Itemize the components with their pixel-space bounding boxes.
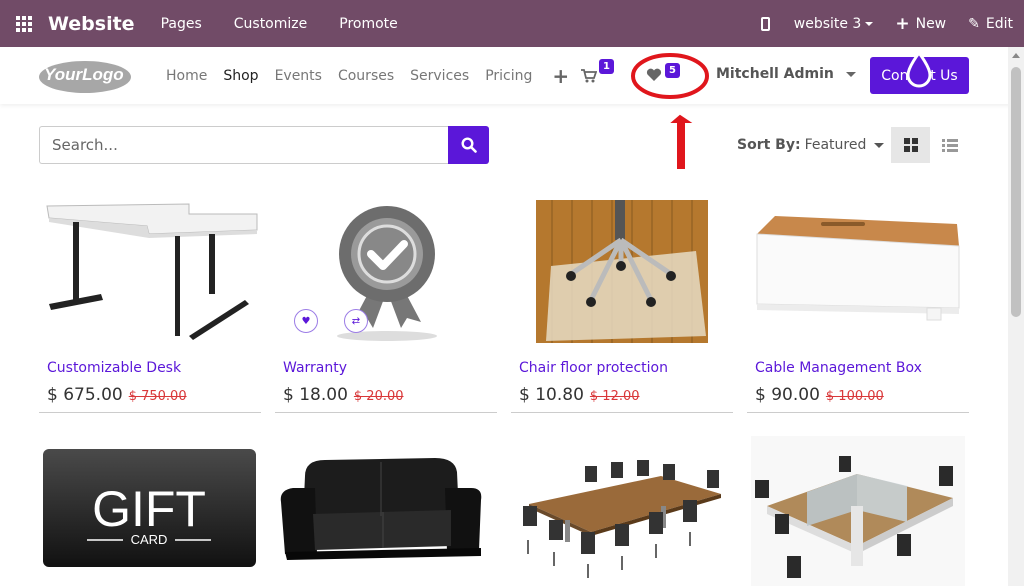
add-menu-item-icon[interactable]: + (552, 64, 569, 88)
product-name[interactable]: Warranty (283, 360, 347, 376)
product-old-price: $ 20.00 (353, 389, 404, 404)
compare-button[interactable]: ⇄ (344, 309, 368, 333)
product-image-gift-card[interactable]: GIFT CARD (39, 436, 261, 586)
nav-events[interactable]: Events (275, 68, 322, 84)
heart-icon (646, 68, 662, 81)
card-divider (275, 412, 497, 413)
mobile-preview-icon[interactable] (760, 16, 770, 31)
chevron-down-icon (874, 142, 885, 148)
product-old-price: $ 100.00 (825, 389, 884, 404)
cart-icon (581, 69, 597, 83)
product-image-desk[interactable] (39, 196, 261, 346)
website-selector[interactable]: website 3 (794, 16, 874, 32)
user-name: Mitchell Admin (716, 66, 834, 82)
sort-value: Featured (804, 137, 867, 153)
scrollbar-thumb[interactable] (1011, 67, 1021, 317)
heart-icon: ♥ (301, 315, 311, 327)
search-input[interactable] (39, 126, 449, 164)
product-old-price: $ 12.00 (589, 389, 640, 404)
product-image-conference-table[interactable] (511, 436, 733, 586)
site-logo[interactable]: YourLogo (38, 55, 133, 95)
nav-courses[interactable]: Courses (338, 68, 394, 84)
add-to-wishlist-button[interactable]: ♥ (294, 309, 318, 333)
gift-card-subtext: CARD (131, 532, 168, 547)
search-icon (460, 137, 477, 153)
new-button[interactable]: + New (895, 14, 946, 34)
chevron-down-icon (865, 21, 874, 26)
plus-icon: + (895, 13, 910, 34)
card-divider (747, 412, 969, 413)
chevron-down-icon (845, 71, 856, 77)
card-divider (511, 412, 733, 413)
edit-button-label: Edit (985, 15, 1013, 32)
product-image-chair-mat[interactable] (511, 196, 733, 346)
product-old-price: $ 750.00 (128, 389, 187, 404)
card-divider (39, 412, 261, 413)
nav-pricing[interactable]: Pricing (485, 68, 532, 84)
product-price: $ 675.00 $ 750.00 (47, 385, 187, 405)
product-price: $ 90.00 $ 100.00 (755, 385, 884, 405)
product-price: $ 18.00 $ 20.00 (283, 385, 404, 405)
product-price: $ 10.80 $ 12.00 (519, 385, 640, 405)
product-image-cable-box[interactable] (747, 196, 969, 346)
product-search (39, 126, 489, 164)
compare-icon: ⇄ (351, 315, 361, 327)
nav-home[interactable]: Home (166, 68, 207, 84)
product-name[interactable]: Chair floor protection (519, 360, 668, 376)
nav-shop[interactable]: Shop (223, 68, 258, 84)
product-image-sofa[interactable] (275, 436, 497, 586)
scroll-up-icon[interactable] (1012, 53, 1020, 58)
edit-button[interactable]: ✎ Edit (968, 16, 1013, 32)
product-name[interactable]: Cable Management Box (755, 360, 922, 376)
sort-label: Sort By: (737, 137, 801, 153)
pencil-icon: ✎ (968, 15, 980, 32)
sort-dropdown[interactable]: Sort By: Featured (737, 137, 885, 153)
apps-menu-icon[interactable] (0, 0, 48, 47)
grid-view-button[interactable] (891, 127, 930, 163)
logo-text: YourLogo (44, 65, 124, 84)
gift-card-text: GIFT (92, 481, 206, 537)
list-icon (941, 138, 958, 152)
product-name[interactable]: Customizable Desk (47, 360, 181, 376)
admin-bar: Website Pages Customize Promote website … (0, 0, 1024, 47)
website-selector-label: website 3 (793, 15, 862, 32)
list-view-button[interactable] (930, 127, 969, 163)
drag-cursor-icon (906, 51, 932, 88)
wishlist-count-badge: 5 (665, 63, 680, 78)
nav-services[interactable]: Services (410, 68, 469, 84)
grid-icon (903, 138, 918, 152)
site-header: YourLogo Home Shop Events Courses Servic… (0, 47, 1024, 104)
page-scrollbar[interactable] (1008, 47, 1024, 586)
product-image-office-desks[interactable] (747, 436, 969, 586)
admin-app-title[interactable]: Website (48, 13, 135, 35)
main-nav: Home Shop Events Courses Services Pricin… (166, 47, 569, 104)
cart-count-badge: 1 (599, 59, 614, 74)
admin-menu-customize[interactable]: Customize (234, 16, 308, 32)
admin-menu-promote[interactable]: Promote (339, 16, 398, 32)
search-button[interactable] (448, 126, 489, 164)
new-button-label: New (915, 15, 947, 32)
user-menu[interactable]: Mitchell Admin (716, 66, 856, 82)
admin-menu-pages[interactable]: Pages (161, 16, 202, 32)
